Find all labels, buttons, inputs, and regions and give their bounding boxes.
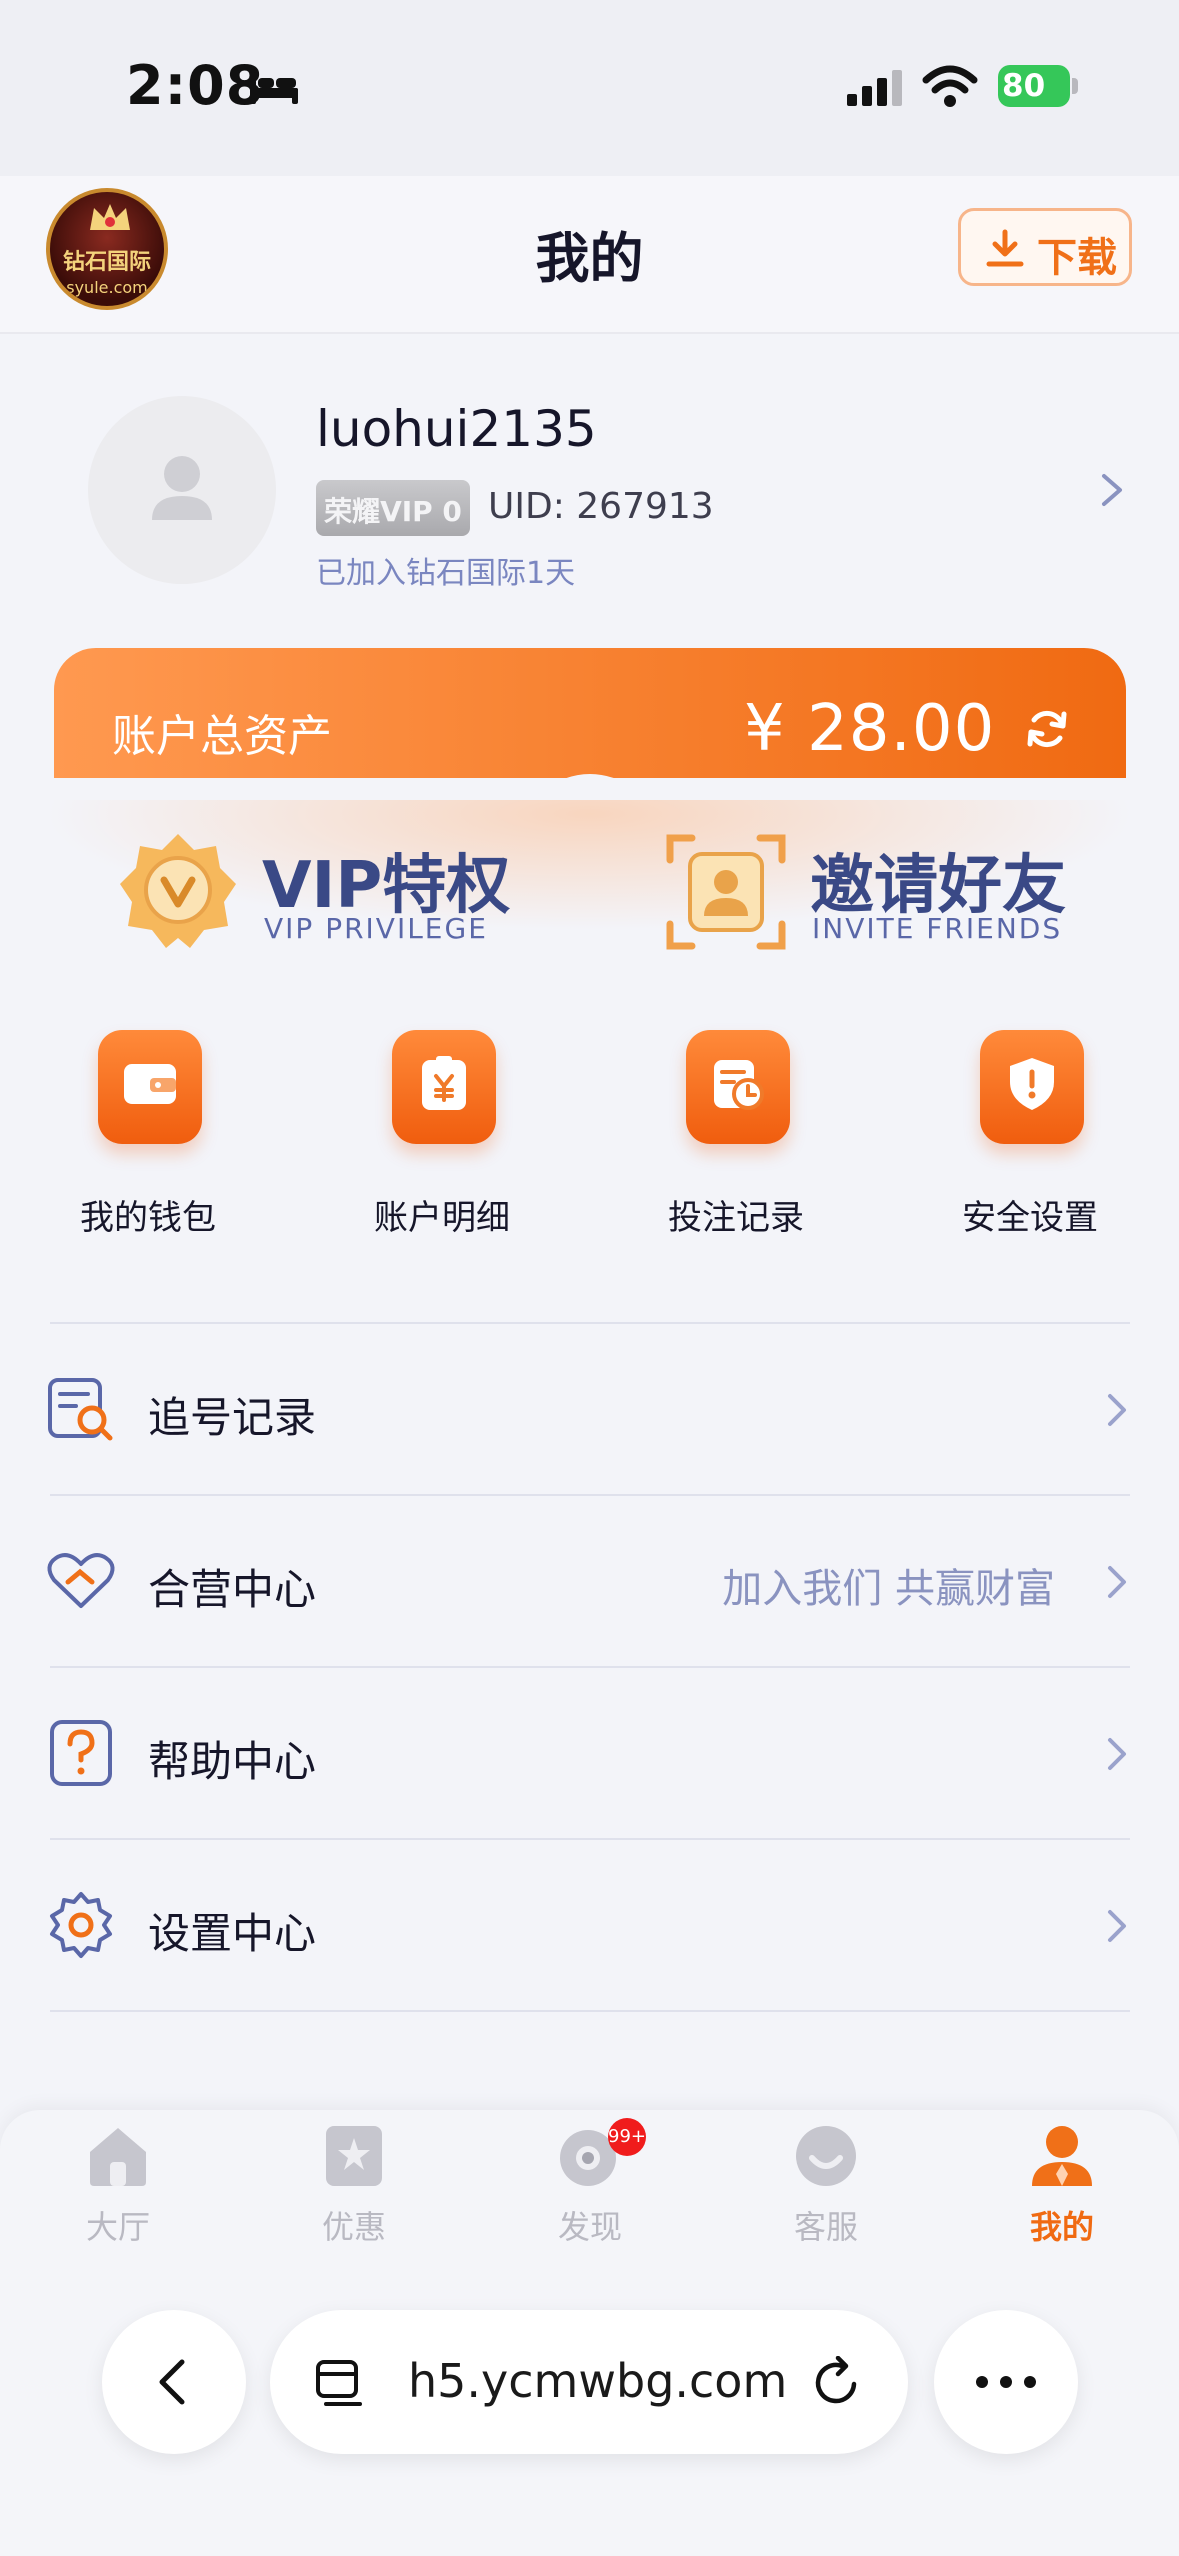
nav-label: 大厅 xyxy=(85,2208,150,2246)
nav-tab-customer-service[interactable]: 客服 xyxy=(708,2124,944,2254)
user-icon xyxy=(1032,2126,1092,2186)
menu-item-label: 追号记录 xyxy=(148,1393,317,1442)
chevron-right-icon xyxy=(1108,1910,1126,1942)
avatar[interactable] xyxy=(88,396,276,584)
invite-friends-subtitle: INVITE FRIENDS xyxy=(812,912,1063,945)
browser-back-button[interactable] xyxy=(102,2310,246,2454)
menu-item-partner-center[interactable]: 合营中心 加入我们 共赢财富 xyxy=(0,1496,1179,1666)
nav-tab-discover[interactable]: 99+ 发现 xyxy=(472,2118,708,2254)
chevron-left-icon xyxy=(159,2359,185,2405)
wallet-icon xyxy=(124,1064,176,1104)
chevron-right-icon xyxy=(1108,1566,1126,1598)
default-avatar-icon xyxy=(152,456,212,520)
vip-medal-icon xyxy=(120,834,236,948)
nav-tab-lobby[interactable]: 大厅 xyxy=(0,2124,236,2254)
menu-item-hint: 加入我们 共赢财富 xyxy=(722,1566,1055,1612)
username: luohui2135 xyxy=(316,400,597,458)
download-button[interactable]: 下载 xyxy=(958,208,1132,286)
refresh-icon[interactable] xyxy=(1022,704,1072,754)
vip-level-badge: 荣耀VIP 0 xyxy=(316,480,470,536)
quick-action-label: 安全设置 xyxy=(962,1198,1098,1238)
download-label: 下载 xyxy=(1037,235,1117,281)
menu-item-chase-records[interactable]: 追号记录 xyxy=(0,1324,1179,1494)
battery-indicator: 80 xyxy=(998,65,1078,107)
menu-item-label: 合营中心 xyxy=(148,1565,317,1614)
vip-privilege-card[interactable]: VIP特权 VIP PRIVILEGE xyxy=(116,830,536,960)
user-uid: UID: 267913 xyxy=(488,486,714,527)
browser-more-button[interactable] xyxy=(934,2310,1078,2454)
yuan-clipboard-icon xyxy=(422,1056,466,1110)
quick-action-label: 我的钱包 xyxy=(80,1198,216,1238)
service-icon xyxy=(796,2126,856,2186)
chevron-right-icon xyxy=(1108,1738,1126,1770)
asset-value: ¥ 28.00 xyxy=(744,692,996,766)
question-icon xyxy=(50,1720,112,1786)
signal-icon xyxy=(847,70,902,106)
status-time: 2:08 xyxy=(126,54,265,117)
nav-tab-promotions[interactable]: 优惠 xyxy=(236,2124,472,2254)
nav-label: 优惠 xyxy=(321,2208,386,2246)
bet-record-icon xyxy=(714,1060,764,1110)
nav-label-active: 我的 xyxy=(1029,2208,1094,2246)
profile-chevron-right-icon[interactable] xyxy=(1098,470,1126,510)
menu-item-label: 帮助中心 xyxy=(148,1737,317,1786)
quick-action-security-settings[interactable]: 安全设置 xyxy=(920,1030,1140,1250)
download-icon xyxy=(986,229,1024,267)
tabs-icon xyxy=(316,2360,362,2406)
more-dots-icon xyxy=(976,2376,1036,2388)
quick-action-wallet[interactable]: 我的钱包 xyxy=(38,1030,258,1250)
menu-divider xyxy=(50,2010,1130,2012)
notification-badge: 99+ xyxy=(608,2118,646,2156)
bed-icon xyxy=(250,72,298,104)
quick-action-label: 账户明细 xyxy=(374,1198,510,1238)
joined-text: 已加入钻石国际1天 xyxy=(316,556,576,591)
browser-url: h5.ycmwbg.com xyxy=(408,2354,788,2408)
quick-action-label: 投注记录 xyxy=(668,1198,804,1238)
handshake-heart-icon xyxy=(47,1553,115,1608)
search-record-icon xyxy=(48,1378,113,1441)
nav-label: 发现 xyxy=(557,2208,622,2246)
nav-label: 客服 xyxy=(793,2208,858,2246)
reload-icon[interactable] xyxy=(810,2356,862,2408)
invite-friends-icon xyxy=(666,834,786,950)
menu-item-label: 设置中心 xyxy=(148,1909,317,1958)
star-icon xyxy=(326,2126,382,2186)
shield-icon xyxy=(1010,1058,1054,1110)
vip-privilege-subtitle: VIP PRIVILEGE xyxy=(264,912,488,945)
nav-tab-mine[interactable]: 我的 xyxy=(944,2124,1179,2254)
menu-item-settings-center[interactable]: 设置中心 xyxy=(0,1840,1179,2010)
menu-item-help-center[interactable]: 帮助中心 xyxy=(0,1668,1179,1838)
browser-address-bar[interactable]: h5.ycmwbg.com xyxy=(270,2310,908,2454)
page-header: 钻石国际 syule.com 我的 下载 xyxy=(0,176,1179,334)
home-icon xyxy=(90,2128,146,2186)
gear-icon xyxy=(50,1892,112,1958)
battery-level: 80 xyxy=(1002,68,1046,104)
quick-action-bet-records[interactable]: 投注记录 xyxy=(626,1030,846,1250)
asset-label: 账户总资产 xyxy=(112,711,332,762)
wifi-icon xyxy=(922,65,978,107)
status-bar: 2:08 80 xyxy=(0,0,1179,176)
invite-friends-card[interactable]: 邀请好友 INVITE FRIENDS xyxy=(664,830,1084,960)
quick-action-account-details[interactable]: 账户明细 xyxy=(332,1030,552,1250)
chevron-right-icon xyxy=(1108,1394,1126,1426)
